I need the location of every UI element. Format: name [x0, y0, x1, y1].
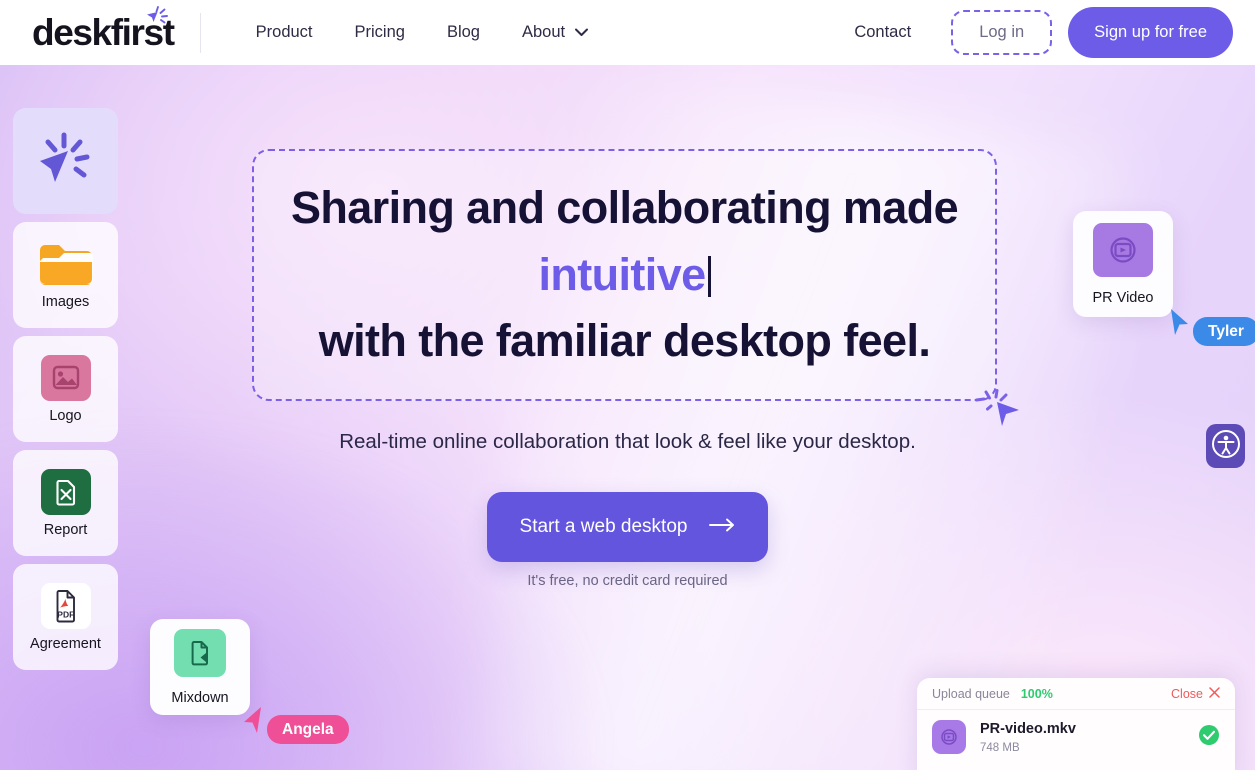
- file-card-mixdown[interactable]: Mixdown: [150, 619, 250, 715]
- excel-file-icon: [40, 468, 92, 516]
- hero-subtitle: Real-time online collaboration that look…: [339, 430, 916, 453]
- audio-file-icon: [173, 628, 227, 683]
- cursor-pointer-icon: [1168, 307, 1190, 342]
- video-file-icon: [932, 720, 966, 754]
- desktop-item-cursor[interactable]: [13, 108, 118, 214]
- close-icon: [1209, 686, 1220, 701]
- desktop-item-label: Images: [41, 294, 90, 311]
- text-caret: [707, 255, 711, 297]
- header-actions: Contact Log in Sign up for free: [854, 7, 1255, 58]
- upload-item-size: 748 MB: [980, 741, 1020, 754]
- cta-label: Start a web desktop: [519, 516, 688, 537]
- cursor-sparkle-icon: [145, 5, 171, 27]
- upload-queue-item[interactable]: PR-video.mkv 748 MB: [917, 710, 1235, 754]
- collaborator-cursor-angela: Angela: [242, 705, 349, 745]
- upload-item-meta: PR-video.mkv 748 MB: [980, 720, 1076, 753]
- nav-item-label: Blog: [446, 23, 480, 41]
- check-circle-icon: [1198, 724, 1220, 751]
- upload-queue-title: Upload queue: [932, 686, 1010, 701]
- file-card-label: Mixdown: [171, 690, 229, 707]
- desktop-item-label: Logo: [49, 408, 82, 425]
- main-nav: Product Pricing Blog About: [235, 23, 610, 42]
- nav-item-product[interactable]: Product: [235, 23, 334, 42]
- hero-cta-note: It's free, no credit card required: [527, 573, 728, 589]
- desktop-item-images[interactable]: Images: [13, 222, 118, 328]
- upload-queue-panel: Upload queue 100% Close PR-video.mkv 748…: [917, 678, 1235, 770]
- nav-item-about[interactable]: About: [501, 23, 610, 42]
- nav-item-blog[interactable]: Blog: [426, 23, 501, 42]
- hero-corner-cursor-icon: [975, 388, 1021, 433]
- accessibility-icon: [1211, 429, 1241, 464]
- file-card-label: PR Video: [1092, 290, 1154, 307]
- headline-edit-box[interactable]: Sharing and collaborating made intuitive…: [252, 149, 997, 401]
- close-label: Close: [1171, 686, 1203, 701]
- upload-item-name: PR-video.mkv: [980, 721, 1076, 738]
- chevron-down-icon: [574, 23, 589, 42]
- upload-queue-header: Upload queue 100% Close: [917, 678, 1235, 710]
- headline-line-1: Sharing and collaborating made: [290, 182, 959, 234]
- cursor-pointer-icon: [242, 705, 264, 740]
- headline-accent-word: intuitive: [538, 248, 706, 300]
- collaborator-name-tag: Tyler: [1193, 317, 1255, 347]
- upload-queue-close-button[interactable]: Close: [1171, 687, 1220, 701]
- collaborator-cursor-tyler: Tyler: [1168, 307, 1255, 347]
- nav-item-pricing[interactable]: Pricing: [334, 23, 426, 42]
- headline-line-2: intuitive: [291, 242, 958, 309]
- nav-item-label: About: [521, 23, 566, 41]
- login-button[interactable]: Log in: [951, 10, 1053, 55]
- arrow-right-icon: [709, 516, 735, 538]
- file-card-pr-video[interactable]: PR Video: [1073, 211, 1173, 317]
- desktop-icon-column: Images Logo Report PDF Agreement: [13, 108, 118, 678]
- desktop-item-agreement[interactable]: PDF Agreement: [13, 564, 118, 670]
- page-root: deskfirst Product Pricing Blog About Con…: [0, 0, 1255, 770]
- desktop-item-report[interactable]: Report: [13, 450, 118, 556]
- desktop-item-label: Agreement: [30, 636, 101, 653]
- hero-cta-wrap: Start a web desktop: [0, 492, 1255, 562]
- pdf-file-icon: PDF: [40, 582, 92, 630]
- desktop-item-label: Report: [43, 522, 88, 539]
- nav-item-label: Pricing: [354, 23, 405, 41]
- accessibility-button[interactable]: [1206, 424, 1245, 468]
- site-header: deskfirst Product Pricing Blog About Con…: [0, 0, 1255, 65]
- nav-item-label: Product: [255, 23, 313, 41]
- contact-link[interactable]: Contact: [854, 23, 911, 42]
- desktop-item-logo[interactable]: Logo: [13, 336, 118, 442]
- cursor-click-icon: [34, 130, 98, 192]
- logo[interactable]: deskfirst: [32, 0, 175, 65]
- image-file-icon: [40, 354, 92, 402]
- start-web-desktop-button[interactable]: Start a web desktop: [486, 492, 769, 562]
- signup-button[interactable]: Sign up for free: [1068, 7, 1233, 58]
- header-divider: [199, 12, 201, 53]
- upload-queue-progress: 100%: [1020, 686, 1053, 701]
- video-file-icon: [1092, 222, 1154, 283]
- collaborator-name-tag: Angela: [267, 715, 349, 745]
- svg-text:PDF: PDF: [57, 610, 74, 620]
- folder-icon: [37, 240, 95, 288]
- page-title: Sharing and collaborating made intuitive…: [290, 175, 959, 375]
- headline-line-3: with the familiar desktop feel.: [318, 315, 931, 367]
